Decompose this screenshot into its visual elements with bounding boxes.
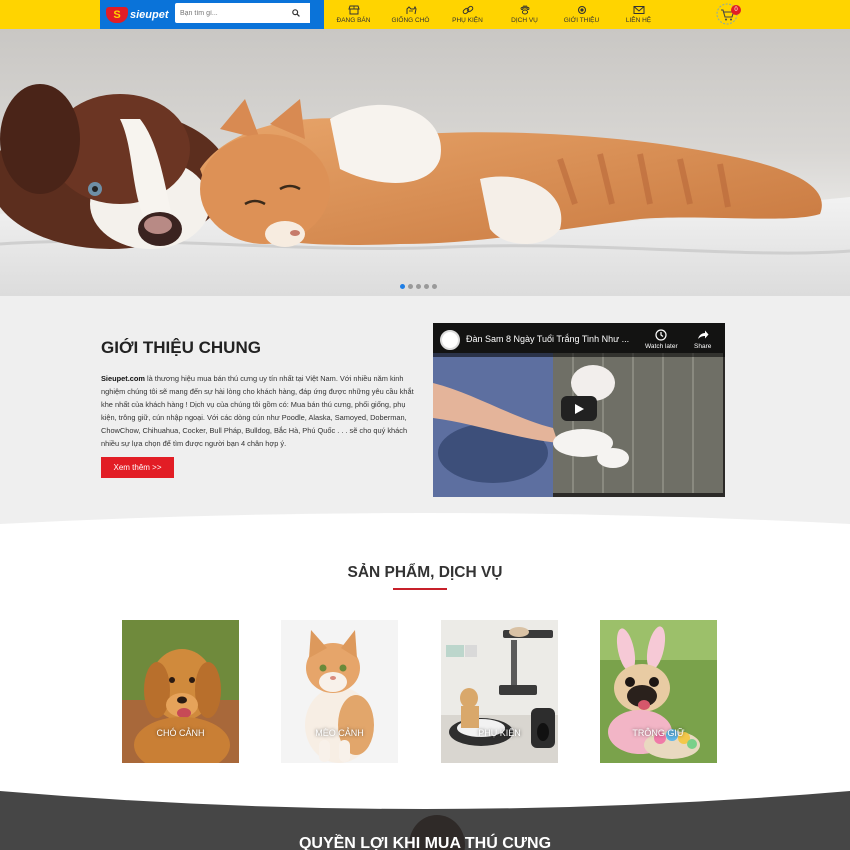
- dog-image: [122, 620, 239, 763]
- benefits-title: QUYỀN LỢI KHI MUA THÚ CƯNG: [298, 835, 552, 850]
- share-button[interactable]: Share: [694, 329, 711, 350]
- nav-label: ĐANG BÁN: [336, 17, 371, 24]
- pug-image: [600, 620, 717, 763]
- section-divider: [0, 513, 850, 540]
- accessories-image: [441, 620, 558, 763]
- logo-text: sieupet: [130, 8, 169, 21]
- read-more-button[interactable]: Xem thêm >>: [101, 457, 174, 478]
- paw-icon: [520, 5, 529, 15]
- product-card-trong-giu[interactable]: TRÔNG GIỮ: [600, 620, 717, 763]
- hero-slider[interactable]: [0, 29, 850, 296]
- clock-icon: [655, 329, 667, 341]
- nav-label: LIÊN HỆ: [625, 17, 652, 24]
- slider-dot[interactable]: [432, 284, 437, 289]
- nav-item-gioi-thieu[interactable]: GIỚI THIỆU: [553, 0, 610, 29]
- video-title[interactable]: Đàn Sam 8 Ngày Tuổi Trắng Tinh Như ...: [466, 334, 629, 344]
- slider-dot[interactable]: [416, 284, 421, 289]
- slider-dot[interactable]: [400, 284, 405, 289]
- intro-body: là thương hiệu mua bán thú cưng uy tín n…: [101, 374, 414, 448]
- hero-image: [0, 84, 850, 296]
- logo-shield-icon: S: [106, 6, 128, 23]
- channel-avatar[interactable]: [440, 330, 460, 350]
- product-label: TRÔNG GIỮ: [632, 728, 685, 738]
- sun-icon: [577, 5, 586, 15]
- mail-icon: [633, 6, 644, 14]
- site-header: S sieupet ĐANG BÁN GIỐNG CHÓ: [0, 0, 850, 29]
- intro-title: GIỚI THIỆU CHUNG: [101, 338, 261, 357]
- slider-dots: [400, 284, 437, 289]
- nav-item-giong-cho[interactable]: GIỐNG CHÓ: [382, 0, 439, 29]
- slider-dot[interactable]: [424, 284, 429, 289]
- nav-label: GIỐNG CHÓ: [391, 17, 430, 24]
- slider-dot[interactable]: [408, 284, 413, 289]
- intro-brand-name: Sieupet.com: [101, 374, 145, 383]
- play-icon: [575, 403, 584, 414]
- search-button[interactable]: [282, 3, 310, 23]
- watch-later-label: Watch later: [645, 343, 678, 350]
- watch-later-button[interactable]: Watch later: [645, 329, 678, 350]
- link-icon: [462, 5, 473, 15]
- cart-button[interactable]: 0: [715, 2, 741, 26]
- search-icon: [292, 9, 300, 17]
- store-icon: [347, 5, 360, 15]
- product-card-phu-kien[interactable]: PHỤ KIỆN: [441, 620, 558, 763]
- product-card-meo-canh[interactable]: MÈO CẢNH: [281, 620, 398, 763]
- benefits-section: QUYỀN LỢI KHI MUA THÚ CƯNG: [0, 787, 850, 850]
- play-button[interactable]: [561, 396, 597, 421]
- product-label: MÈO CẢNH: [315, 728, 364, 738]
- product-label: CHÓ CẢNH: [156, 728, 205, 738]
- intro-text: Sieupet.com là thương hiệu mua bán thú c…: [101, 372, 419, 450]
- product-card-cho-canh[interactable]: CHÓ CẢNH: [122, 620, 239, 763]
- dog-icon: [406, 5, 417, 15]
- nav-label: GIỚI THIỆU: [563, 17, 600, 24]
- intro-section: GIỚI THIỆU CHUNG Sieupet.com là thương h…: [0, 296, 850, 528]
- nav-label: PHỤ KIỆN: [452, 17, 483, 24]
- share-label: Share: [694, 343, 712, 350]
- main-nav: ĐANG BÁN GIỐNG CHÓ PHỤ KIỆN DỊCH VỤ GIỚI…: [325, 0, 667, 29]
- nav-item-lien-he[interactable]: LIÊN HỆ: [610, 0, 667, 29]
- nav-item-phu-kien[interactable]: PHỤ KIỆN: [439, 0, 496, 29]
- youtube-video-embed[interactable]: Đàn Sam 8 Ngày Tuổi Trắng Tinh Như ... W…: [433, 323, 725, 497]
- product-label: PHỤ KIỆN: [478, 728, 521, 738]
- nav-label: DỊCH VỤ: [511, 17, 538, 24]
- cart-count-badge: 0: [731, 5, 741, 15]
- share-icon: [697, 330, 709, 339]
- products-title: SẢN PHẨM, DỊCH VỤ: [347, 564, 503, 581]
- cat-image: [281, 620, 398, 763]
- site-logo[interactable]: S sieupet: [100, 0, 172, 29]
- nav-item-dich-vu[interactable]: DỊCH VỤ: [496, 0, 553, 29]
- nav-item-dang-ban[interactable]: ĐANG BÁN: [325, 0, 382, 29]
- title-underline: [393, 588, 447, 590]
